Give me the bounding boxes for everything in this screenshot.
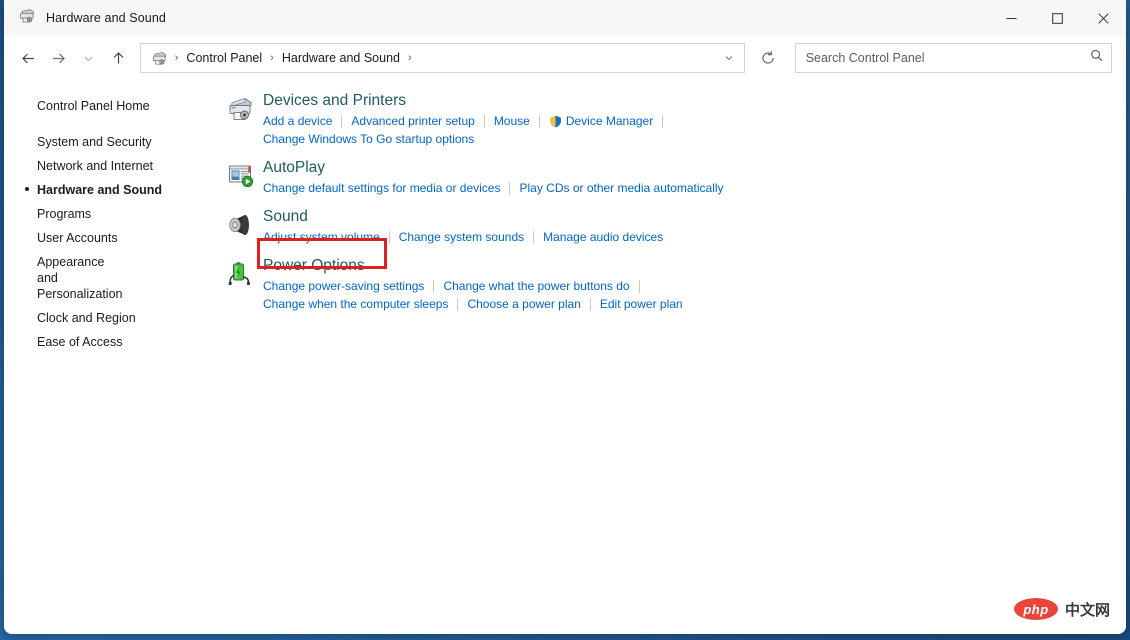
task-separator [509,181,511,195]
window-controls [988,0,1126,36]
task-separator [483,114,485,128]
task-change-when-the-computer-sleeps[interactable]: Change when the computer sleeps [263,295,448,313]
search-input[interactable] [805,51,1090,65]
address-bar-icon [149,50,172,67]
task-separator [638,279,640,293]
task-manage-audio-devices[interactable]: Manage audio devices [543,228,663,246]
sidebar: Control Panel Home System and Security N… [4,80,219,634]
content-area: Control Panel Home System and Security N… [4,80,1126,634]
task-label: Device Manager [565,114,654,128]
sidebar-item-control-panel-home[interactable]: Control Panel Home [4,94,219,118]
speaker-icon [219,206,263,240]
category-power-options: Power Options Change power-saving settin… [219,255,1126,322]
window-title: Hardware and Sound [46,11,166,25]
autoplay-icon [219,157,263,191]
sidebar-item-network-and-internet[interactable]: Network and Internet [4,154,219,178]
category-devices-and-printers: Devices and Printers Add a device Advanc… [219,90,1126,157]
task-separator [589,297,591,311]
sidebar-item-ease-of-access[interactable]: Ease of Access [4,330,219,354]
search-box[interactable] [794,43,1113,73]
forward-button[interactable] [44,43,74,73]
category-body: Power Options Change power-saving settin… [263,255,1126,313]
address-bar[interactable]: › Control Panel › Hardware and Sound › [139,43,745,73]
devices-printers-icon [18,7,36,30]
task-separator [662,114,664,128]
category-body: Sound Adjust system volume Change system… [263,206,1126,246]
task-change-windows-to-go-startup-options[interactable]: Change Windows To Go startup options [263,130,474,148]
task-edit-power-plan[interactable]: Edit power plan [600,295,683,313]
task-choose-a-power-plan[interactable]: Choose a power plan [467,295,580,313]
task-change-power-saving-settings[interactable]: Change power-saving settings [263,277,424,295]
watermark-badge: php [1013,598,1058,620]
breadcrumb: › Control Panel › Hardware and Sound › [172,48,716,68]
sidebar-item-user-accounts[interactable]: User Accounts [4,226,219,250]
breadcrumb-separator: › [270,52,274,64]
uac-shield-icon [549,115,562,128]
category-sound: Sound Adjust system volume Change system… [219,206,1126,255]
task-adjust-system-volume[interactable]: Adjust system volume [263,228,380,246]
category-list: Devices and Printers Add a device Advanc… [219,80,1126,634]
task-separator [341,114,343,128]
task-separator [388,230,390,244]
breadcrumb-item-hardware-and-sound[interactable]: Hardware and Sound [277,48,405,68]
category-body: Devices and Printers Add a device Advanc… [263,90,1126,148]
task-row: Adjust system volume Change system sound… [263,228,1126,246]
task-play-cds-or-other-media-automatically[interactable]: Play CDs or other media automatically [519,179,723,197]
task-row: Add a device Advanced printer setup Mous… [263,112,1126,130]
task-mouse[interactable]: Mouse [494,112,530,130]
category-title-sound[interactable]: Sound [263,206,308,228]
task-row: Change default settings for media or dev… [263,179,1126,197]
category-title-autoplay[interactable]: AutoPlay [263,157,325,179]
sidebar-item-appearance-and-personalization[interactable]: Appearance and Personalization [4,250,124,306]
task-row: Change when the computer sleeps Choose a… [263,295,1126,313]
task-row: Change Windows To Go startup options [263,130,1126,148]
title-bar: Hardware and Sound [4,0,1126,36]
task-separator [538,114,540,128]
sidebar-item-programs[interactable]: Programs [4,202,219,226]
recent-locations-button[interactable] [74,43,104,73]
task-separator [457,297,459,311]
task-change-system-sounds[interactable]: Change system sounds [399,228,524,246]
breadcrumb-separator: › [407,52,412,64]
navigation-toolbar: › Control Panel › Hardware and Sound › [4,36,1126,80]
sidebar-item-hardware-and-sound[interactable]: Hardware and Sound [4,178,219,202]
task-row: Change power-saving settings Change what… [263,277,1126,295]
sidebar-item-clock-and-region[interactable]: Clock and Region [4,306,219,330]
task-change-what-the-power-buttons-do[interactable]: Change what the power buttons do [443,277,629,295]
watermark: php 中文网 [1013,598,1110,620]
task-separator [433,279,435,293]
task-separator [533,230,535,244]
maximize-button[interactable] [1034,0,1080,36]
refresh-button[interactable] [753,43,783,73]
back-button[interactable] [14,43,44,73]
close-button[interactable] [1080,0,1126,36]
chevron-down-icon[interactable] [716,45,742,71]
task-device-manager[interactable]: Device Manager [549,112,653,130]
search-icon[interactable] [1089,48,1105,69]
task-add-a-device[interactable]: Add a device [263,112,332,130]
control-panel-window: Hardware and Sound › Control Panel › Har… [4,0,1126,634]
category-title-power-options[interactable]: Power Options [263,255,365,277]
task-change-default-settings-for-media-or-devices[interactable]: Change default settings for media or dev… [263,179,500,197]
minimize-button[interactable] [988,0,1034,36]
category-title-devices-and-printers[interactable]: Devices and Printers [263,90,406,112]
breadcrumb-item-control-panel[interactable]: Control Panel [181,48,267,68]
task-advanced-printer-setup[interactable]: Advanced printer setup [351,112,474,130]
sidebar-item-system-and-security[interactable]: System and Security [4,130,219,154]
up-button[interactable] [104,43,134,73]
watermark-text: 中文网 [1064,601,1110,619]
category-body: AutoPlay Change default settings for med… [263,157,1126,197]
battery-plug-icon [219,255,263,289]
title-bar-left: Hardware and Sound [4,7,166,30]
breadcrumb-separator: › [174,52,179,64]
category-autoplay: AutoPlay Change default settings for med… [219,157,1126,206]
printer-icon [219,90,263,124]
